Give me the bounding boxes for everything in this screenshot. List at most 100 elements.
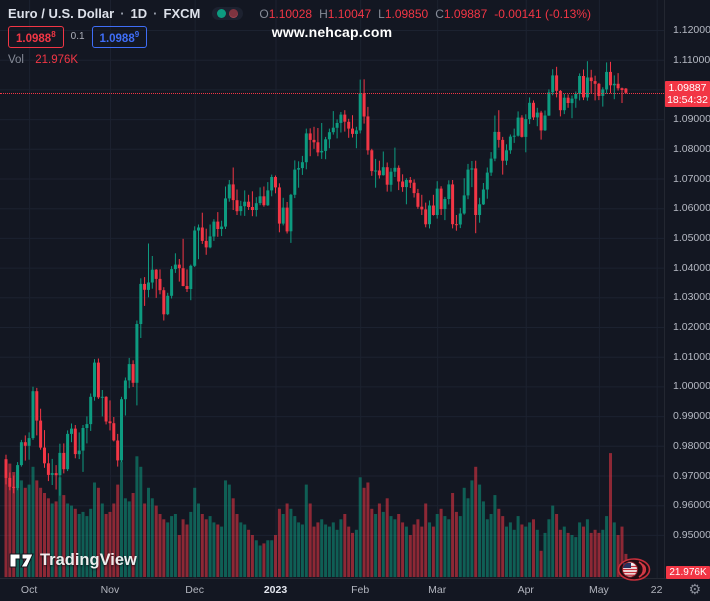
candle-body — [186, 286, 189, 289]
volume-bar — [286, 504, 289, 578]
volume-bar — [170, 516, 173, 577]
candle-body — [128, 364, 131, 380]
volume-bar — [467, 498, 470, 577]
price-chart-canvas[interactable] — [0, 0, 664, 578]
volume-bar — [155, 506, 158, 577]
time-axis[interactable]: OctNovDec2023FebMarAprMay22 ⚙ — [0, 578, 710, 601]
volume-bar — [574, 537, 577, 577]
volume-bar — [563, 527, 566, 577]
candle-body — [270, 177, 273, 190]
candle-body — [386, 167, 389, 185]
candle-body — [582, 76, 585, 97]
volume-badge: 21.976K — [666, 566, 710, 579]
candle-wick — [29, 432, 30, 459]
indicator-visibility-toggle[interactable] — [212, 7, 243, 20]
time-tick-label: Oct — [21, 584, 37, 596]
candle-body — [574, 94, 577, 99]
volume-bar — [401, 522, 404, 577]
candle-body — [567, 98, 570, 103]
candle-body — [586, 78, 589, 98]
time-tick-label: Dec — [185, 584, 204, 596]
time-tick-label: 22 — [651, 584, 663, 596]
volume-bar — [147, 488, 150, 577]
candle-wick — [110, 400, 111, 430]
candle-body — [43, 448, 46, 464]
candle-body — [116, 441, 119, 461]
candle-wick — [298, 161, 299, 187]
volume-bar — [509, 522, 512, 577]
volume-bar — [174, 514, 177, 577]
volume-bar — [193, 488, 196, 577]
price-tick-label: 0.95000 — [673, 529, 710, 541]
interval-label[interactable]: 1D — [131, 6, 148, 21]
open-value: 1.10028 — [269, 7, 312, 21]
volume-bar — [197, 504, 200, 578]
symbol-title[interactable]: Euro / U.S. Dollar — [8, 6, 114, 21]
candle-body — [255, 203, 258, 210]
price-tick-label: 0.97000 — [673, 470, 710, 482]
candle-body — [101, 397, 104, 398]
candle-body — [320, 151, 323, 153]
candle-body — [143, 284, 146, 290]
candle-body — [370, 150, 373, 171]
candle-body — [547, 92, 550, 115]
candle-body — [151, 270, 154, 283]
volume-bar — [601, 530, 604, 577]
candle-body — [459, 214, 462, 225]
volume-bar — [336, 530, 339, 577]
volume-bar — [474, 467, 477, 577]
candle-body — [193, 231, 196, 266]
candle-wick — [352, 115, 353, 137]
candle-body — [209, 236, 212, 247]
gear-icon[interactable]: ⚙ — [688, 582, 701, 598]
price-tick-label: 1.01000 — [673, 351, 710, 363]
volume-bar — [517, 516, 520, 577]
volume-bar — [447, 519, 450, 577]
volume-bar — [332, 522, 335, 577]
volume-bar — [440, 509, 443, 577]
volume-bar — [289, 509, 292, 577]
candle-body — [51, 473, 54, 475]
volume-bar — [451, 493, 454, 577]
volume-bar — [186, 525, 189, 578]
candle-wick — [79, 432, 80, 459]
tradingview-logo-text: TradingView — [40, 551, 137, 570]
candle-body — [347, 122, 350, 129]
candle-wick — [314, 127, 315, 149]
price-tick-label: 0.96000 — [673, 499, 710, 511]
sell-bid-button[interactable]: 1.09888 — [8, 26, 64, 48]
volume-bar — [597, 533, 600, 577]
candle-body — [5, 459, 8, 478]
candle-body — [528, 103, 531, 119]
candle-body — [20, 442, 23, 465]
candle-body — [605, 72, 608, 90]
candle-body — [89, 397, 92, 424]
volume-bar — [363, 488, 366, 577]
candle-body — [474, 168, 477, 215]
candle-wick — [52, 459, 53, 485]
exchange-label[interactable]: FXCM — [164, 6, 201, 21]
candle-body — [297, 168, 300, 170]
volume-bar — [212, 522, 215, 577]
candle-wick — [179, 259, 180, 282]
candle-body — [416, 193, 419, 207]
candle-body — [239, 206, 242, 211]
volume-bar — [586, 519, 589, 577]
candle-body — [58, 453, 61, 475]
candle-body — [212, 222, 215, 237]
candle-body — [220, 227, 223, 229]
volume-bar — [270, 540, 273, 577]
candle-body — [259, 196, 262, 203]
volume-bar — [366, 483, 369, 578]
candles — [5, 61, 628, 496]
volume-bar — [162, 519, 165, 577]
volume-bar — [182, 519, 185, 577]
price-tick-label: 1.12000 — [673, 24, 710, 36]
candle-body — [286, 208, 289, 232]
volume-bar — [571, 535, 574, 577]
volume-bar — [540, 551, 543, 577]
buy-ask-button[interactable]: 1.09889 — [92, 26, 148, 48]
tradingview-chart-window: 1.120001.110001.090001.080001.070001.060… — [0, 0, 710, 600]
tradingview-attribution[interactable]: TradingView — [9, 551, 137, 570]
candle-body — [247, 202, 250, 207]
